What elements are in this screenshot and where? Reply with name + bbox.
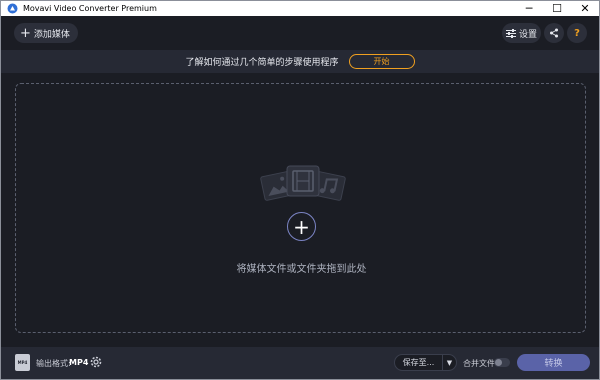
media-drop-zone[interactable]: + 将媒体文件或文件夹拖到此处 bbox=[15, 83, 586, 333]
app-window: Movavi Video Converter Premium ─ ☐ ✕ + 添… bbox=[0, 0, 600, 380]
save-to-dropdown[interactable]: 保存至... ▼ bbox=[394, 354, 457, 371]
toggle-knob bbox=[495, 359, 502, 366]
share-button[interactable] bbox=[544, 23, 564, 43]
output-format-label: 输出格式: bbox=[36, 359, 71, 368]
movavi-logo-icon bbox=[7, 3, 18, 14]
merge-files-label: 合并文件: bbox=[463, 359, 498, 368]
bottom-bar: MP4 输出格式: MP4 保存至... ▼ 合并文件: 转换 bbox=[1, 347, 599, 379]
settings-label: 设置 bbox=[518, 29, 537, 40]
help-icon: ? bbox=[574, 27, 580, 39]
help-button[interactable]: ? bbox=[567, 23, 587, 43]
maximize-button[interactable]: ☐ bbox=[543, 1, 571, 16]
chevron-down-icon[interactable]: ▼ bbox=[442, 355, 456, 370]
window-title: Movavi Video Converter Premium bbox=[23, 4, 157, 13]
add-media-label: 添加媒体 bbox=[33, 29, 70, 40]
media-files-illustration-icon bbox=[260, 165, 346, 201]
output-format-value[interactable]: MP4 bbox=[69, 358, 88, 367]
mp4-file-icon: MP4 bbox=[15, 354, 30, 371]
minimize-button[interactable]: ─ bbox=[515, 1, 543, 16]
plus-icon: + bbox=[293, 214, 310, 239]
title-bar: Movavi Video Converter Premium ─ ☐ ✕ bbox=[1, 1, 599, 16]
sliders-icon bbox=[505, 28, 516, 38]
add-media-button[interactable]: + 添加媒体 bbox=[14, 23, 78, 43]
drop-hint-text: 将媒体文件或文件夹拖到此处 bbox=[236, 264, 367, 275]
convert-button[interactable]: 转换 bbox=[517, 354, 590, 371]
gear-icon[interactable] bbox=[89, 355, 103, 369]
settings-button[interactable]: 设置 bbox=[502, 23, 541, 43]
add-files-button[interactable]: + bbox=[287, 212, 316, 241]
start-tutorial-button[interactable]: 开始 bbox=[348, 54, 415, 69]
share-icon bbox=[550, 28, 558, 38]
tutorial-banner: 了解如何通过几个简单的步骤使用程序 开始 bbox=[1, 50, 599, 73]
close-button[interactable]: ✕ bbox=[571, 1, 599, 16]
plus-icon: + bbox=[20, 25, 31, 41]
merge-files-toggle[interactable] bbox=[494, 358, 510, 367]
window-controls: ─ ☐ ✕ bbox=[515, 1, 599, 16]
save-to-label: 保存至... bbox=[402, 358, 435, 367]
top-toolbar: + 添加媒体 设置 ? bbox=[1, 16, 599, 50]
banner-text: 了解如何通过几个简单的步骤使用程序 bbox=[185, 58, 339, 68]
